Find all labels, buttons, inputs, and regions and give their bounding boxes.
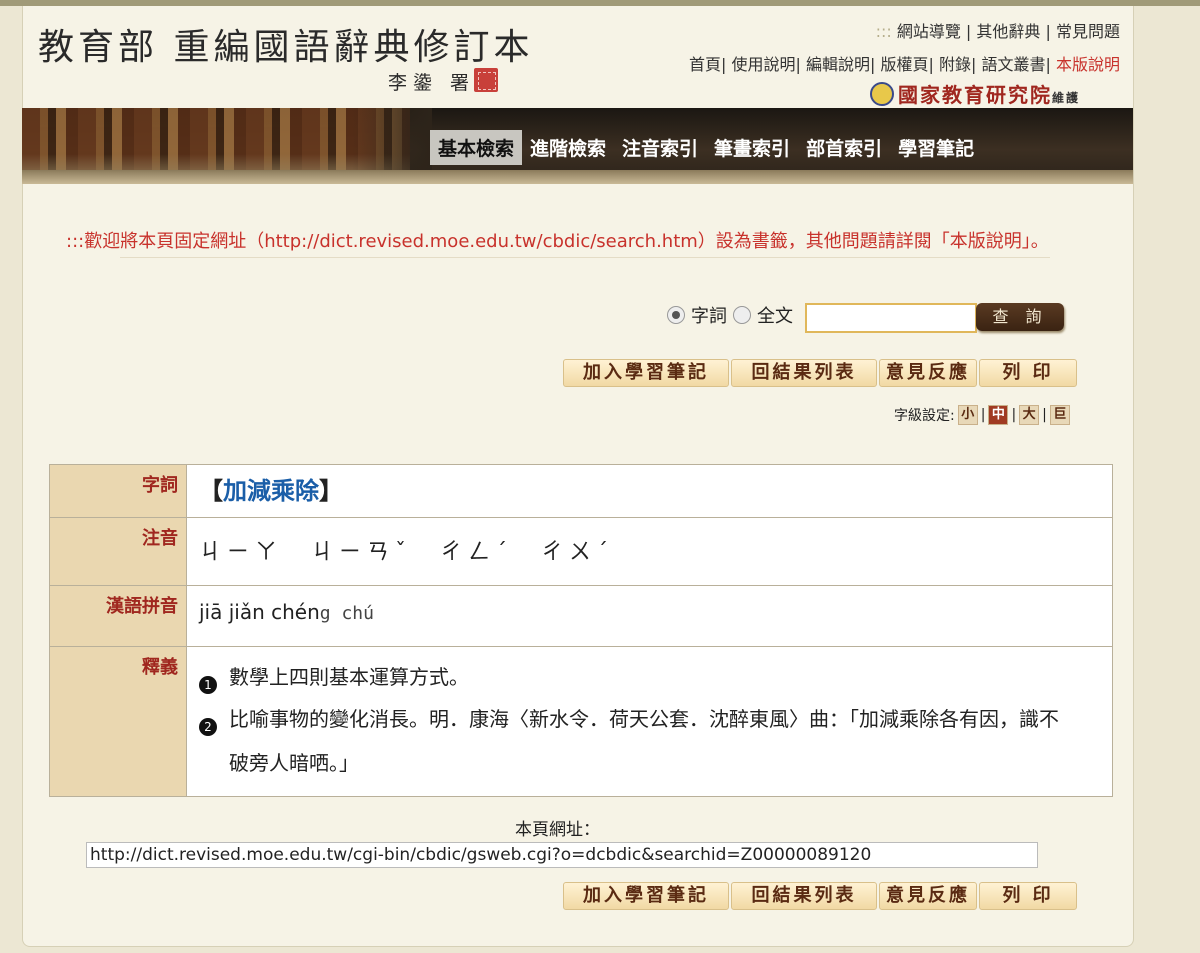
link-editorial[interactable]: 編輯說明 <box>806 55 870 74</box>
link-copyright[interactable]: 版權頁 <box>880 55 928 74</box>
page-url-label: 本頁網址： <box>515 820 600 840</box>
font-size-large[interactable]: 大 <box>1019 405 1040 425</box>
entry-row-pinyin: 漢語拼音 jiā jiǎn chéng chú <box>49 585 1113 647</box>
page-url-field[interactable]: http://dict.revised.moe.edu.tw/cgi-bin/c… <box>86 842 1038 868</box>
entry-table: 字詞 【加減乘除】 注音 ㄐㄧㄚ ㄐㄧㄢˇ ㄔㄥˊ ㄔㄨˊ 漢語拼音 jiā j… <box>49 464 1113 797</box>
definition-list: 1 數學上四則基本運算方式。 2 比喻事物的變化消長。明．康海〈新水令．荷天公套… <box>199 647 1100 785</box>
action-buttons-top: 加入學習筆記 回結果列表 意見反應 列 印 <box>563 359 1079 387</box>
link-faq[interactable]: 常見問題 <box>1056 22 1120 41</box>
font-size-huge[interactable]: 巨 <box>1049 405 1070 425</box>
label-pinyin: 漢語拼音 <box>49 585 187 647</box>
add-note-button[interactable]: 加入學習筆記 <box>563 882 729 910</box>
calligrapher-signature: 李鍌 署 <box>388 72 476 94</box>
entry-meaning-cell: 1 數學上四則基本運算方式。 2 比喻事物的變化消長。明．康海〈新水令．荷天公套… <box>186 646 1113 797</box>
tab-basic-search[interactable]: 基本檢索 <box>430 130 523 165</box>
site-title[interactable]: 教育部 重編國語辭典修訂本 <box>38 18 533 70</box>
bookmark-notice: :::歡迎將本頁固定網址（http://dict.revised.moe.edu… <box>66 231 1049 252</box>
zhuyin-text: ㄐㄧㄚ ㄐㄧㄢˇ ㄔㄥˊ ㄔㄨˊ <box>199 540 615 565</box>
back-to-results-button[interactable]: 回結果列表 <box>731 882 877 910</box>
tab-advanced-search[interactable]: 進階檢索 <box>522 130 614 165</box>
action-buttons-bottom: 加入學習筆記 回結果列表 意見反應 列 印 <box>563 882 1079 910</box>
link-language-books[interactable]: 語文叢書 <box>981 55 1045 74</box>
definition-item: 2 比喻事物的變化消長。明．康海〈新水令．荷天公套．沈醉東風〉曲：「加減乘除各有… <box>199 705 1100 785</box>
tab-radical-index[interactable]: 部首索引 <box>798 130 890 165</box>
pinyin-part-b: g chú <box>319 603 374 624</box>
search-input[interactable] <box>805 303 977 333</box>
nav-tabs: 基本檢索 進階檢索 注音索引 筆畫索引 部首索引 學習筆記 <box>430 130 982 165</box>
institute-suffix: 維護 <box>1052 91 1081 105</box>
search-button[interactable]: 查 詢 <box>976 303 1064 331</box>
link-site-map[interactable]: 網站導覽 <box>897 22 961 41</box>
definition-item: 1 數學上四則基本運算方式。 <box>199 663 1100 699</box>
link-appendix[interactable]: 附錄 <box>939 55 971 74</box>
banner-bottom <box>22 170 1133 184</box>
bracket-close: 】 <box>319 477 343 505</box>
entry-row-meaning: 釋義 1 數學上四則基本運算方式。 2 比喻事物的變化消長。明．康海〈新水令．荷… <box>49 646 1113 797</box>
font-size-small[interactable]: 小 <box>957 405 978 425</box>
entry-word-cell: 【加減乘除】 <box>186 464 1113 518</box>
entry-word: 【加減乘除】 <box>199 465 1100 506</box>
tab-zhuyin-index[interactable]: 注音索引 <box>614 130 706 165</box>
seal-stamp-icon <box>474 68 498 92</box>
definition-number-icon: 1 <box>199 676 217 694</box>
print-button[interactable]: 列 印 <box>979 359 1077 387</box>
radio-fulltext-label: 全文 <box>757 306 793 327</box>
dots-separator: ::: <box>875 22 892 41</box>
tab-study-notes[interactable]: 學習筆記 <box>890 130 982 165</box>
print-button[interactable]: 列 印 <box>979 882 1077 910</box>
font-size-medium[interactable]: 中 <box>988 405 1009 425</box>
entry-pinyin-cell: jiā jiǎn chéng chú <box>186 585 1113 647</box>
tab-stroke-index[interactable]: 筆畫索引 <box>706 130 798 165</box>
definition-number-icon: 2 <box>199 718 217 736</box>
link-usage[interactable]: 使用說明 <box>731 55 795 74</box>
definition-text: 數學上四則基本運算方式。 <box>229 665 469 689</box>
font-size-setting: 字級設定: 小 | 中 | 大 | 巨 <box>894 405 1073 425</box>
search-scope: 字詞 全文 <box>667 302 793 328</box>
link-home[interactable]: 首頁 <box>689 55 721 74</box>
definition-text: 比喻事物的變化消長。明．康海〈新水令．荷天公套．沈醉東風〉曲：「加減乘除各有因，… <box>229 707 1059 775</box>
label-meaning: 釋義 <box>49 646 187 797</box>
entry-zhuyin-cell: ㄐㄧㄚ ㄐㄧㄢˇ ㄔㄥˊ ㄔㄨˊ <box>186 517 1113 586</box>
back-to-results-button[interactable]: 回結果列表 <box>731 359 877 387</box>
link-other-dictionaries[interactable]: 其他辭典 <box>976 22 1040 41</box>
pinyin-part-a: jiā jiǎn chén <box>199 600 320 624</box>
institute-emblem-icon <box>870 82 894 106</box>
divider <box>120 257 1050 258</box>
radio-fulltext[interactable] <box>733 306 751 324</box>
label-zhuyin: 注音 <box>49 517 187 586</box>
link-edition-notes[interactable]: 本版說明 <box>1056 55 1120 74</box>
top-links: ::: 網站導覽 | 其他辭典 | 常見問題 <box>875 22 1120 41</box>
font-size-label: 字級設定: <box>894 408 955 424</box>
institute-logo[interactable]: 國家教育研究院維護 <box>870 79 1080 108</box>
feedback-button[interactable]: 意見反應 <box>879 882 977 910</box>
feedback-button[interactable]: 意見反應 <box>879 359 977 387</box>
add-note-button[interactable]: 加入學習筆記 <box>563 359 729 387</box>
bracket-open: 【 <box>199 477 223 505</box>
label-word: 字詞 <box>49 464 187 518</box>
pinyin-text: jiā jiǎn chéng chú <box>199 586 1100 624</box>
headword: 加減乘除 <box>223 477 319 505</box>
main-links: 首頁| 使用說明| 編輯說明| 版權頁| 附錄| 語文叢書| 本版說明 <box>688 55 1120 74</box>
entry-row-zhuyin: 注音 ㄐㄧㄚ ㄐㄧㄢˇ ㄔㄥˊ ㄔㄨˊ <box>49 517 1113 586</box>
institute-name: 國家教育研究院 <box>898 83 1052 107</box>
radio-word-label: 字詞 <box>691 306 727 327</box>
nav-bar: 基本檢索 進階檢索 注音索引 筆畫索引 部首索引 學習筆記 <box>22 108 1133 184</box>
entry-row-word: 字詞 【加減乘除】 <box>49 464 1113 518</box>
radio-word[interactable] <box>667 306 685 324</box>
